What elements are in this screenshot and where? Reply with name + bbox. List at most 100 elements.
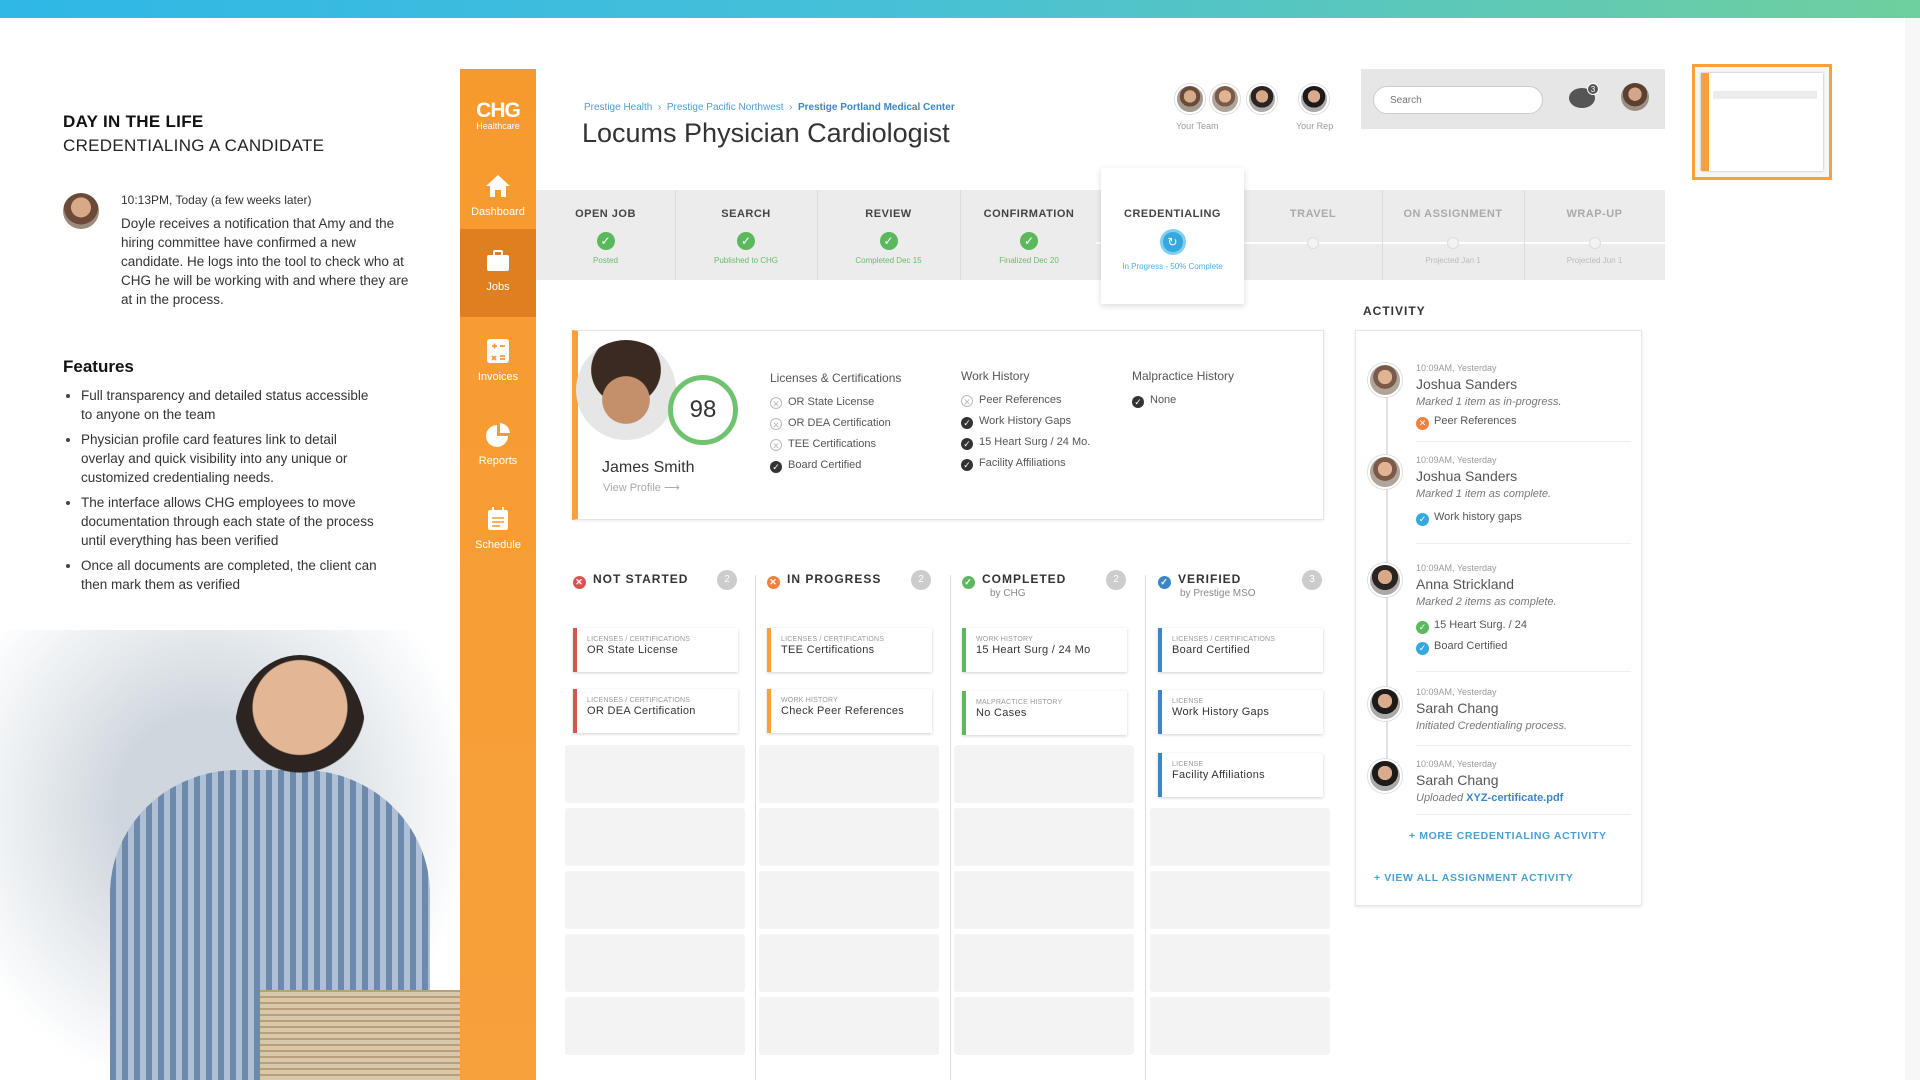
kanban-tile[interactable]: LICENSES / CERTIFICATIONS OR DEA Certific…: [573, 689, 738, 733]
licenses-title: Licenses & Certifications: [770, 371, 902, 385]
file-link[interactable]: XYZ-certificate.pdf: [1466, 792, 1563, 804]
team-avatar[interactable]: [1210, 84, 1240, 114]
step-search[interactable]: SEARCH ✓ Published to CHG: [675, 190, 817, 280]
step-status: Projected Jun 1: [1566, 256, 1623, 265]
profile-score: 98: [668, 375, 738, 445]
tile-category: MALPRACTICE HISTORY: [976, 699, 1063, 706]
empty-slot: [759, 745, 939, 803]
brand-name: CHG: [476, 99, 521, 122]
feature-item: Once all documents are completed, the cl…: [63, 556, 383, 594]
kanban-tile[interactable]: LICENSES / CERTIFICATIONS Board Certified: [1158, 628, 1323, 672]
search-input[interactable]: [1373, 86, 1543, 114]
step-confirmation[interactable]: CONFIRMATION ✓ Finalized Dec 20: [960, 190, 1098, 280]
kanban-tile[interactable]: WORK HISTORY 15 Heart Surg / 24 Mo: [962, 628, 1127, 672]
tile-value: Check Peer References: [781, 705, 905, 717]
empty-slot: [759, 997, 939, 1055]
pending-dot: [1447, 237, 1459, 249]
avatar[interactable]: [1368, 759, 1402, 793]
kanban-tile[interactable]: LICENSE Facility Affiliations: [1158, 753, 1323, 797]
x-circle-icon: ✕: [767, 576, 780, 589]
narrative-timestamp: 10:13PM, Today (a few weeks later): [121, 193, 312, 207]
divider: [1416, 441, 1631, 442]
sidebar-item-reports[interactable]: Reports: [460, 403, 536, 487]
doyle-avatar: [63, 193, 99, 229]
empty-slot: [565, 997, 745, 1055]
breadcrumb-current[interactable]: Prestige Portland Medical Center: [798, 102, 955, 113]
team-avatar[interactable]: [1175, 84, 1205, 114]
step-credentialing[interactable]: CREDENTIALING ↻ In Progress - 50% Comple…: [1101, 168, 1244, 304]
physician-profile-card[interactable]: 98 James Smith View Profile ⟶ Licenses &…: [572, 330, 1324, 520]
kanban-tile[interactable]: WORK HISTORY Check Peer References: [767, 689, 932, 733]
avatar[interactable]: [1368, 563, 1402, 597]
tile-category: LICENSES / CERTIFICATIONS: [587, 697, 691, 704]
calendar-icon: [488, 507, 508, 530]
man-at-desk-photo: [0, 630, 460, 1080]
breadcrumb-link[interactable]: Prestige Health: [584, 102, 652, 113]
activity-desc: Initiated Credentialing process.: [1416, 720, 1568, 732]
feature-item: Physician profile card features link to …: [63, 430, 383, 487]
column-title-text: IN PROGRESS: [787, 572, 882, 586]
step-wrap-up[interactable]: WRAP-UP Projected Jun 1: [1524, 190, 1665, 280]
activity-desc-text: Uploaded: [1416, 792, 1467, 804]
work-item: ✓ Work History Gaps: [961, 414, 1090, 435]
brand-logo[interactable]: CHG Healthcare: [460, 99, 536, 131]
column-title: ✓ VERIFIED: [1158, 572, 1241, 589]
chevron-right-icon: ›: [655, 102, 665, 113]
view-all-assignment-activity-link[interactable]: + VIEW ALL ASSIGNMENT ACTIVITY: [1374, 872, 1574, 884]
tile-value: 15 Heart Surg / 24 Mo: [976, 644, 1091, 656]
sidebar-item-jobs[interactable]: Jobs: [460, 229, 536, 317]
step-on-assignment[interactable]: ON ASSIGNMENT Projected Jan 1: [1382, 190, 1524, 280]
empty-slot: [1150, 934, 1330, 992]
activity-sub-item: ✓ Work history gaps: [1416, 511, 1522, 526]
kanban-tile[interactable]: LICENSES / CERTIFICATIONS OR State Licens…: [573, 628, 738, 672]
step-travel[interactable]: TRAVEL: [1244, 190, 1382, 280]
features-list: Full transparency and detailed status ac…: [63, 386, 383, 600]
features-title: Features: [63, 357, 134, 376]
breadcrumb-link[interactable]: Prestige Pacific Northwest: [667, 102, 784, 113]
avatar[interactable]: [1368, 455, 1402, 489]
tile-value: Facility Affiliations: [1172, 769, 1265, 781]
empty-slot: [954, 745, 1134, 803]
step-status: In Progress - 50% Complete: [1122, 262, 1223, 271]
licenses-column: Licenses & Certifications ✕ OR State Lice…: [770, 371, 901, 479]
activity-sub-item: ✕ Peer References: [1416, 415, 1517, 430]
tile-category: LICENSES / CERTIFICATIONS: [587, 636, 691, 643]
check-icon: ✓: [1020, 232, 1038, 250]
rep-avatar[interactable]: [1299, 84, 1329, 114]
avatar[interactable]: [1368, 363, 1402, 397]
tile-category: WORK HISTORY: [781, 697, 838, 704]
more-credentialing-activity-link[interactable]: + MORE CREDENTIALING ACTIVITY: [1409, 830, 1607, 842]
activity-user: Joshua Sanders: [1416, 376, 1518, 392]
kanban-tile[interactable]: MALPRACTICE HISTORY No Cases: [962, 691, 1127, 735]
view-profile-link[interactable]: View Profile ⟶: [603, 481, 680, 494]
sub-item-label: Work history gaps: [1434, 511, 1522, 523]
team-avatar[interactable]: [1247, 84, 1277, 114]
activity-desc: Marked 1 item as in-progress.: [1416, 396, 1562, 408]
kanban-tile[interactable]: LICENSES / CERTIFICATIONS TEE Certificati…: [767, 628, 932, 672]
activity-desc: Marked 2 items as complete.: [1416, 596, 1557, 608]
brand-sub: Healthcare: [476, 121, 520, 131]
x-circle-icon: ✕: [1416, 417, 1429, 430]
kanban-tile[interactable]: LICENSE Work History Gaps: [1158, 690, 1323, 734]
avatar[interactable]: [1368, 687, 1402, 721]
activity-desc: Marked 1 item as complete.: [1416, 488, 1552, 500]
check-circle-icon: ✓: [770, 461, 782, 473]
step-open-job[interactable]: OPEN JOB ✓ Posted: [536, 190, 675, 280]
activity-sub-item: ✓ Board Certified: [1416, 640, 1507, 655]
chat-icon[interactable]: 3: [1569, 83, 1599, 108]
sidebar-item-dashboard[interactable]: Dashboard: [460, 154, 536, 238]
user-avatar[interactable]: [1621, 83, 1649, 111]
work-label: 15 Heart Surg / 24 Mo.: [979, 436, 1091, 448]
malpractice-column: Malpractice History ✓ None: [1132, 369, 1234, 414]
check-circle-icon: ✓: [1416, 642, 1429, 655]
empty-slot: [954, 934, 1134, 992]
work-history-column: Work History ✕ Peer References ✓ Work Hist…: [961, 369, 1090, 477]
tile-category: LICENSES / CERTIFICATIONS: [781, 636, 885, 643]
sidebar-item-invoices[interactable]: Invoices: [460, 319, 536, 403]
step-label: CONFIRMATION: [983, 208, 1075, 220]
sidebar-item-schedule[interactable]: Schedule: [460, 487, 536, 571]
step-review[interactable]: REVIEW ✓ Completed Dec 15: [817, 190, 960, 280]
thumbnail-preview: [1701, 73, 1823, 171]
breadcrumb: Prestige Health › Prestige Pacific North…: [584, 102, 955, 113]
screen-thumbnail[interactable]: [1692, 64, 1832, 180]
